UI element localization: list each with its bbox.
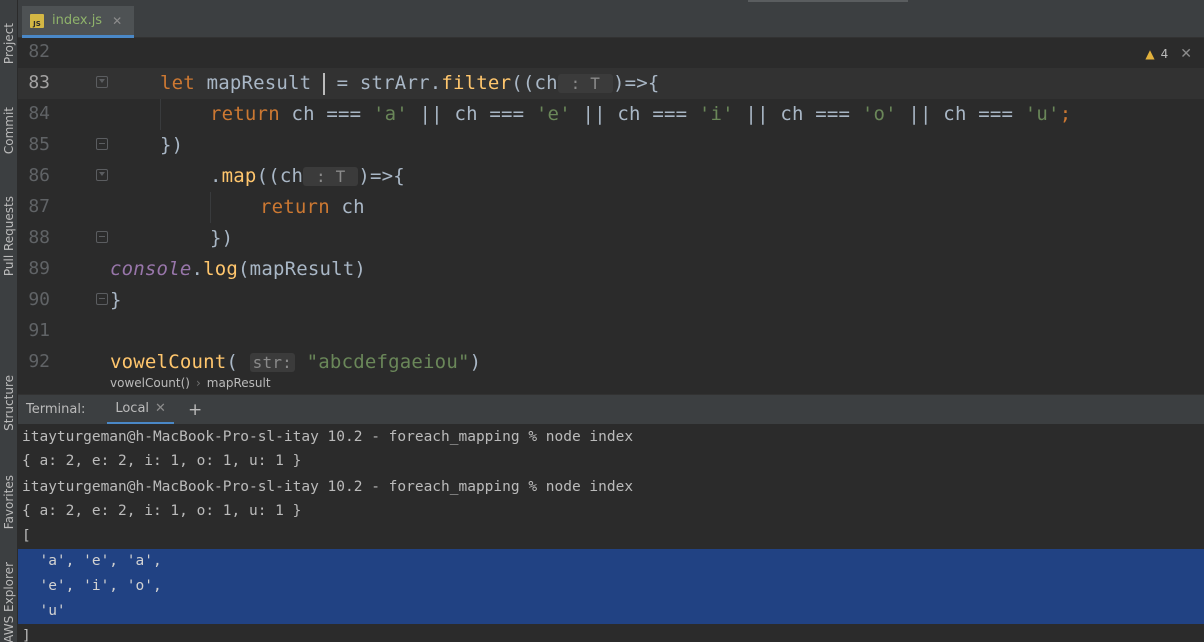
left-tool-strip: Project Commit Pull Requests Structure F… bbox=[0, 0, 18, 642]
code-line: 82 bbox=[18, 38, 1204, 68]
editor-tab-bar: JS index.js ✕ bbox=[18, 0, 1204, 38]
terminal-line-selected: 'e', 'i', 'o', bbox=[18, 574, 1204, 599]
text-caret bbox=[322, 72, 325, 95]
breadcrumb: vowelCount() › mapResult bbox=[18, 372, 1204, 394]
project-label: Project bbox=[2, 23, 16, 65]
line-number: 84 bbox=[28, 103, 50, 124]
pull-requests-tool-button[interactable]: Pull Requests bbox=[0, 186, 18, 286]
type-hint: : T bbox=[557, 74, 613, 93]
type-hint: : T bbox=[303, 167, 359, 186]
code-line: 84 return ch === 'a' || ch === 'e' || ch… bbox=[18, 99, 1204, 130]
terminal-title: Terminal: bbox=[26, 402, 86, 417]
terminal-line: ] bbox=[22, 628, 31, 642]
code-line: 92 vowelCount( str: "abcdefgaeiou") bbox=[18, 347, 1204, 372]
fold-close-icon[interactable] bbox=[96, 231, 108, 243]
favorites-tool-button[interactable]: Favorites bbox=[0, 462, 18, 542]
line-number: 88 bbox=[28, 227, 50, 248]
terminal-header: Terminal: Local ✕ + bbox=[18, 394, 1204, 425]
terminal-line: itayturgeman@h-MacBook-Pro-sl-itay 10.2 … bbox=[22, 479, 634, 495]
code-text: return ch bbox=[260, 196, 365, 218]
tab-label: index.js bbox=[52, 13, 103, 28]
add-terminal-icon[interactable]: + bbox=[188, 400, 202, 420]
line-number: 86 bbox=[28, 165, 50, 186]
fold-open-icon[interactable] bbox=[96, 169, 108, 181]
line-number: 85 bbox=[28, 134, 50, 155]
code-line: 83 let mapResult = strArr.filter((ch : T… bbox=[18, 68, 1204, 99]
commit-tool-button[interactable]: Commit bbox=[0, 100, 18, 162]
code-text: }) bbox=[210, 227, 234, 249]
line-number: 89 bbox=[28, 258, 50, 279]
terminal-line: itayturgeman@h-MacBook-Pro-sl-itay 10.2 … bbox=[22, 429, 634, 445]
code-line: 85 }) bbox=[18, 130, 1204, 161]
line-number: 90 bbox=[28, 289, 50, 310]
project-tool-button[interactable]: Project bbox=[0, 8, 18, 80]
code-text: }) bbox=[160, 134, 184, 156]
terminal-tab-label: Local bbox=[115, 400, 150, 416]
breadcrumb-separator: › bbox=[195, 376, 201, 390]
terminal-line-selected: 'a', 'e', 'a', bbox=[18, 549, 1204, 574]
close-icon[interactable]: ✕ bbox=[155, 401, 166, 416]
code-text: let mapResult = strArr.filter((ch : T )=… bbox=[160, 72, 660, 95]
line-number: 91 bbox=[28, 320, 50, 341]
structure-label: Structure bbox=[2, 374, 16, 431]
param-hint: str: bbox=[249, 353, 296, 372]
code-line: 86 .map((ch : T )=>{ bbox=[18, 161, 1204, 192]
close-icon[interactable]: ✕ bbox=[112, 14, 122, 28]
structure-tool-button[interactable]: Structure bbox=[0, 365, 18, 440]
code-text: console.log(mapResult) bbox=[110, 258, 367, 280]
code-text: } bbox=[110, 289, 122, 311]
code-text: .map((ch : T )=>{ bbox=[210, 165, 405, 187]
terminal-line: { a: 2, e: 2, i: 1, o: 1, u: 1 } bbox=[22, 453, 302, 469]
pull-requests-label: Pull Requests bbox=[2, 195, 16, 277]
line-number: 82 bbox=[28, 41, 50, 62]
terminal-line: { a: 2, e: 2, i: 1, o: 1, u: 1 } bbox=[22, 503, 302, 519]
tab-index-js[interactable]: JS index.js ✕ bbox=[22, 6, 134, 38]
code-line: 91 bbox=[18, 316, 1204, 347]
line-number: 92 bbox=[28, 351, 50, 372]
terminal-line: [ bbox=[22, 528, 31, 544]
code-line: 87 return ch bbox=[18, 192, 1204, 223]
terminal-line-selected: 'u' bbox=[18, 599, 1204, 624]
line-number: 87 bbox=[28, 196, 50, 217]
fold-close-icon[interactable] bbox=[96, 138, 108, 150]
js-file-icon: JS bbox=[30, 13, 44, 28]
fold-open-icon[interactable] bbox=[96, 76, 108, 88]
fold-close-icon[interactable] bbox=[96, 293, 108, 305]
code-line: 88 }) bbox=[18, 223, 1204, 254]
commit-label: Commit bbox=[2, 107, 16, 155]
aws-explorer-tool-button[interactable]: AWS Explorer bbox=[0, 562, 18, 642]
breadcrumb-variable[interactable]: mapResult bbox=[207, 376, 271, 390]
favorites-label: Favorites bbox=[2, 474, 16, 530]
aws-explorer-label: AWS Explorer bbox=[2, 561, 16, 642]
breadcrumb-function[interactable]: vowelCount() bbox=[110, 376, 190, 390]
code-text: return ch === 'a' || ch === 'e' || ch ==… bbox=[210, 103, 1072, 125]
tab-local-terminal[interactable]: Local ✕ bbox=[107, 395, 174, 425]
scroll-indicator bbox=[748, 0, 908, 2]
terminal-output[interactable]: itayturgeman@h-MacBook-Pro-sl-itay 10.2 … bbox=[18, 424, 1204, 642]
code-editor[interactable]: ▲ 4 ✕ 82 83 let mapResult = strArr.filte… bbox=[18, 38, 1204, 372]
code-text: vowelCount( str: "abcdefgaeiou") bbox=[110, 351, 482, 372]
line-number: 83 bbox=[28, 72, 50, 93]
code-line: 90 } bbox=[18, 285, 1204, 316]
code-line: 89 console.log(mapResult) bbox=[18, 254, 1204, 285]
